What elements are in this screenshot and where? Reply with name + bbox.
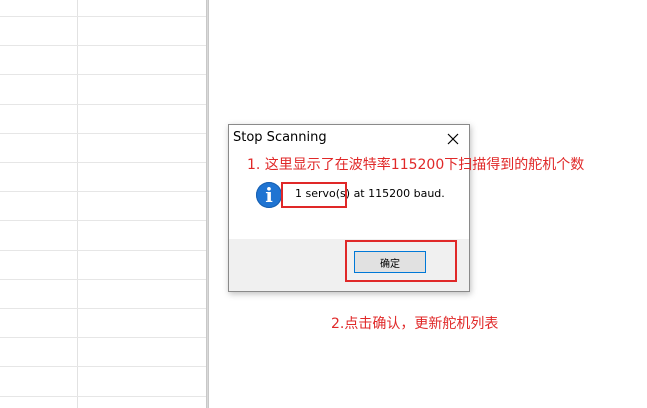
close-button[interactable]	[441, 128, 465, 150]
grid-row-line	[0, 104, 206, 105]
grid-row-line	[0, 220, 206, 221]
grid-row-line	[0, 279, 206, 280]
grid-row-line	[0, 162, 206, 163]
grid-row-line	[0, 45, 206, 46]
grid-row-line	[0, 396, 206, 397]
ok-button-highlight	[345, 240, 457, 282]
grid-row-line	[0, 337, 206, 338]
dialog-title: Stop Scanning	[233, 130, 327, 145]
grid-row-line	[0, 74, 206, 75]
grid-column-line	[77, 0, 78, 408]
info-icon: i	[256, 182, 282, 208]
grid-row-line	[0, 366, 206, 367]
pane-splitter[interactable]	[206, 0, 209, 408]
grid-row-line	[0, 308, 206, 309]
grid-row-line	[0, 250, 206, 251]
grid-row-line	[0, 133, 206, 134]
dialog-titlebar: Stop Scanning	[229, 125, 469, 153]
annotation-note-2: 2.点击确认，更新舵机列表	[331, 316, 499, 332]
grid-row-line	[0, 16, 206, 17]
annotation-note-1: 1. 这里显示了在波特率115200下扫描得到的舵机个数	[247, 157, 585, 173]
servo-list-grid	[0, 0, 206, 408]
close-icon	[447, 133, 459, 145]
servo-count-highlight	[281, 182, 347, 208]
grid-row-line	[0, 191, 206, 192]
